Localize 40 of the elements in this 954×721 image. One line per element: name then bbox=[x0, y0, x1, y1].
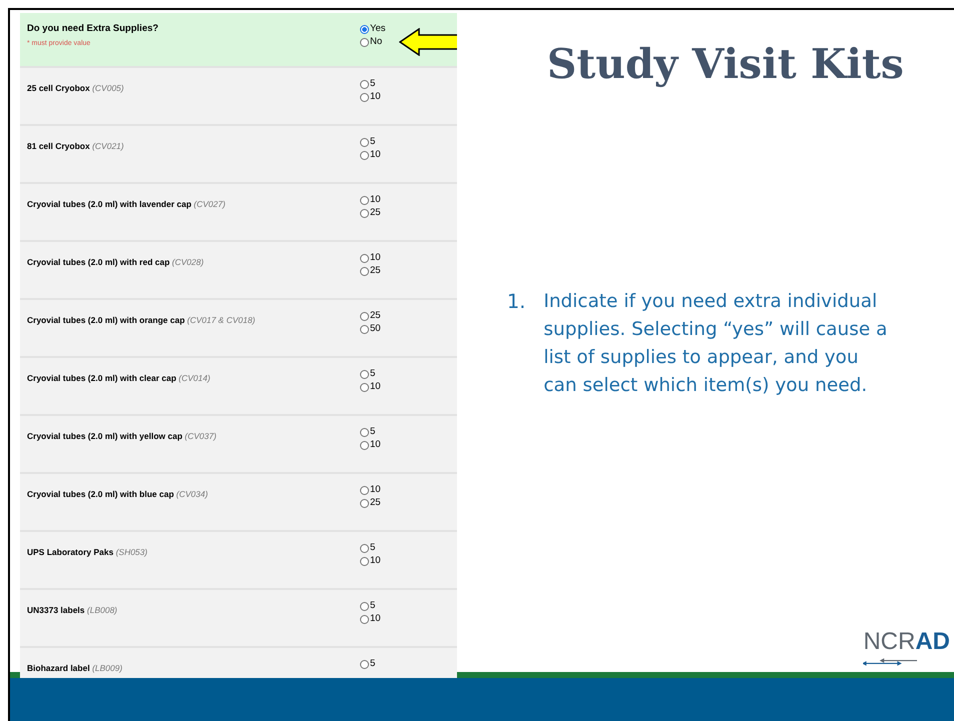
radio-option[interactable]: 25 bbox=[360, 310, 381, 322]
item-label: Cryovial tubes (2.0 ml) with orange cap (CV017 & CV018) bbox=[27, 315, 256, 325]
radio-option[interactable]: 10 bbox=[360, 484, 381, 496]
radio-option[interactable]: 10 bbox=[360, 252, 381, 264]
radio-option[interactable]: 5 bbox=[360, 136, 376, 148]
item-label: Cryovial tubes (2.0 ml) with red cap (CV028) bbox=[27, 257, 204, 267]
item-label: 81 cell Cryobox (CV021) bbox=[27, 141, 124, 151]
radio-option[interactable]: 5 bbox=[360, 368, 376, 380]
item-label: Cryovial tubes (2.0 ml) with lavender cap (CV027) bbox=[27, 199, 226, 209]
instruction-text: Indicate if you need extra individual supplies. Selecting “yes” will cause a list of supplies to appear, and you can select which item(s) you need. bbox=[544, 290, 888, 398]
item-label: 25 cell Cryobox (CV005) bbox=[27, 83, 124, 93]
item-label: Biohazard label (LB009) bbox=[27, 663, 122, 673]
logo-text: NCRAD bbox=[863, 630, 950, 654]
radio-option[interactable]: 25 bbox=[360, 497, 381, 509]
radio-option[interactable]: 10 bbox=[360, 194, 381, 206]
radio-option[interactable]: 5 bbox=[360, 600, 376, 612]
radio-option[interactable]: 5 bbox=[360, 78, 376, 90]
radio-option[interactable]: 50 bbox=[360, 323, 381, 335]
radio-option[interactable]: 10 bbox=[360, 149, 381, 161]
radio-option[interactable]: 5 bbox=[360, 542, 376, 554]
radio-option[interactable]: 25 bbox=[360, 207, 381, 219]
radio-option[interactable]: 5 bbox=[360, 426, 376, 438]
question-label: Do you need Extra Supplies? bbox=[27, 23, 160, 34]
item-label: UN3373 labels (LB008) bbox=[27, 605, 118, 615]
radio-option[interactable]: 10 bbox=[360, 613, 381, 625]
radio-option[interactable]: 5 bbox=[360, 658, 376, 670]
item-label: Cryovial tubes (2.0 ml) with clear cap (CV014) bbox=[27, 373, 210, 383]
radio-option[interactable]: 25 bbox=[360, 265, 381, 277]
item-label: UPS Laboratory Paks (SH053) bbox=[27, 547, 148, 557]
slide-title: Study Visit Kits bbox=[547, 40, 905, 88]
item-label: Cryovial tubes (2.0 ml) with blue cap (CV034) bbox=[27, 489, 208, 499]
radio-option[interactable]: 10 bbox=[360, 555, 381, 567]
radio-option[interactable]: No bbox=[360, 36, 382, 48]
list-number: 1. bbox=[507, 289, 526, 315]
item-label: Cryovial tubes (2.0 ml) with yellow cap (CV037) bbox=[27, 431, 216, 441]
radio-option[interactable]: 10 bbox=[360, 381, 381, 393]
arrows-icon bbox=[863, 658, 918, 666]
radio-option[interactable]: Yes bbox=[360, 23, 386, 35]
radio-option[interactable]: 10 bbox=[360, 439, 381, 451]
radio-option[interactable]: 10 bbox=[360, 91, 381, 103]
